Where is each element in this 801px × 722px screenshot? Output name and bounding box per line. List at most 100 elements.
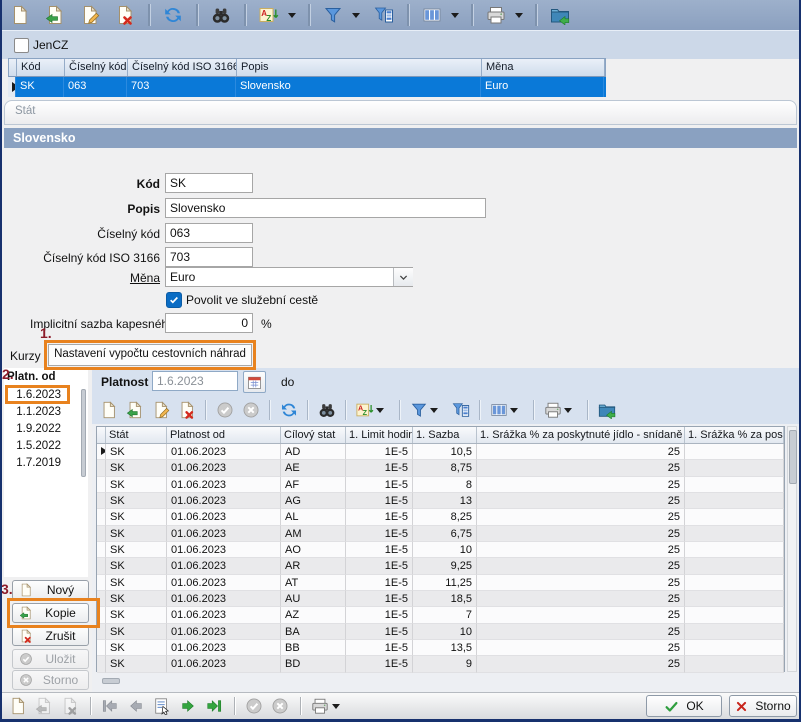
- rates-header-2[interactable]: Platnost od: [167, 427, 281, 443]
- sort-az-button[interactable]: AZ: [255, 2, 282, 28]
- copy-record-button[interactable]: [32, 695, 56, 717]
- columns-button[interactable]: [418, 2, 445, 28]
- copy-record-button[interactable]: [41, 2, 68, 28]
- date-list-header[interactable]: Platn. od: [5, 370, 65, 386]
- iso3166-field[interactable]: [165, 247, 253, 267]
- rates-header-1[interactable]: Stát: [106, 427, 167, 443]
- copy-rate-button[interactable]: [122, 398, 147, 422]
- states-header-5[interactable]: Měna: [482, 59, 605, 76]
- kod-field[interactable]: [165, 173, 253, 193]
- print-button[interactable]: [540, 398, 565, 422]
- edit-record-button[interactable]: [76, 2, 103, 28]
- rates-header-4[interactable]: 1. Limit hodin: [346, 427, 413, 443]
- zruit-button[interactable]: Zrušit: [12, 626, 89, 646]
- refresh-button[interactable]: [159, 2, 186, 28]
- delete-rate-button[interactable]: [174, 398, 199, 422]
- storno-button[interactable]: Storno: [12, 670, 89, 690]
- rates-table-row[interactable]: SK01.06.2023BA1E-51025: [97, 624, 784, 640]
- rates-table-row[interactable]: SK01.06.2023AT1E-511,2525: [97, 575, 784, 591]
- export-button[interactable]: [594, 398, 619, 422]
- confirm-button[interactable]: [242, 695, 266, 717]
- hscrollbar-thumb[interactable]: [102, 678, 120, 684]
- rates-table-vscrollbar[interactable]: [787, 426, 797, 672]
- rates-table-row[interactable]: SK01.06.2023BD1E-5925: [97, 656, 784, 672]
- rates-table-row[interactable]: SK01.06.2023AZ1E-5725: [97, 607, 784, 623]
- ciselny-kod-field[interactable]: [165, 223, 253, 243]
- filter-dropdown[interactable]: [430, 408, 438, 413]
- new-record-button[interactable]: [6, 2, 33, 28]
- states-header-1[interactable]: Kód: [17, 59, 65, 76]
- print-dropdown[interactable]: [515, 13, 523, 18]
- nav-first-button[interactable]: [98, 695, 122, 717]
- print-dropdown[interactable]: [564, 408, 572, 413]
- rates-table-row[interactable]: SK01.06.2023AM1E-56,7525: [97, 526, 784, 542]
- jencz-checkbox[interactable]: [14, 38, 29, 53]
- delete-record-button[interactable]: [58, 695, 82, 717]
- nav-next-button[interactable]: [176, 695, 200, 717]
- record-detail-button[interactable]: [150, 695, 174, 717]
- edit-rate-button[interactable]: [148, 398, 173, 422]
- vscrollbar-thumb[interactable]: [789, 430, 797, 484]
- rates-table-row[interactable]: SK01.06.2023AR1E-59,2525: [97, 558, 784, 574]
- print-button[interactable]: [482, 2, 509, 28]
- filter-by-values-button[interactable]: [448, 398, 473, 422]
- mena-combo[interactable]: [165, 267, 413, 287]
- states-header-4[interactable]: Popis: [237, 59, 482, 76]
- date-list-item-1-7-2019[interactable]: 1.7.2019: [4, 457, 63, 469]
- filter-by-values-button[interactable]: [370, 2, 397, 28]
- new-record-button[interactable]: [6, 695, 30, 717]
- rates-table-row[interactable]: SK01.06.2023BB1E-513,525: [97, 640, 784, 656]
- print-dropdown[interactable]: [332, 704, 340, 709]
- sort-az-dropdown[interactable]: [376, 408, 384, 413]
- rates-table-hscrollbar[interactable]: [96, 676, 785, 686]
- states-grid-selected-row[interactable]: SK063703SlovenskoEuro: [8, 77, 606, 97]
- rates-header-6[interactable]: 1. Srážka % za poskytnuté jídlo - snídan…: [477, 427, 685, 443]
- date-list-item-1-1-2023[interactable]: 1.1.2023: [4, 406, 63, 418]
- rates-table-row[interactable]: SK01.06.2023AL1E-58,2525: [97, 509, 784, 525]
- refresh-button[interactable]: [276, 398, 301, 422]
- sort-az-dropdown[interactable]: [288, 13, 296, 18]
- storno-button[interactable]: Storno: [729, 695, 797, 717]
- nav-last-button[interactable]: [202, 695, 226, 717]
- sort-az-button[interactable]: AZ: [352, 398, 377, 422]
- search-button[interactable]: [314, 398, 339, 422]
- print-button[interactable]: [308, 695, 332, 717]
- rates-table-row[interactable]: SK01.06.2023AE1E-58,7525: [97, 460, 784, 476]
- columns-button[interactable]: [486, 398, 511, 422]
- export-button[interactable]: [546, 2, 573, 28]
- platnost-od-input[interactable]: [152, 371, 238, 391]
- delete-record-button[interactable]: [111, 2, 138, 28]
- rates-table-row[interactable]: SK01.06.2023AG1E-51325: [97, 493, 784, 509]
- popis-field[interactable]: [165, 198, 486, 218]
- filter-dropdown[interactable]: [352, 13, 360, 18]
- nov-button[interactable]: Nový: [12, 580, 89, 600]
- date-list-item-1-5-2022[interactable]: 1.5.2022: [4, 440, 63, 452]
- new-rate-button[interactable]: [96, 398, 121, 422]
- calendar-button[interactable]: [243, 371, 266, 393]
- rates-table-row[interactable]: SK01.06.2023AD1E-510,525: [97, 444, 784, 460]
- rates-header-5[interactable]: 1. Sazba: [413, 427, 477, 443]
- rates-table-row[interactable]: SK01.06.2023AO1E-51025: [97, 542, 784, 558]
- columns-dropdown[interactable]: [510, 408, 518, 413]
- search-button[interactable]: [207, 2, 234, 28]
- filter-button[interactable]: [406, 398, 431, 422]
- filter-button[interactable]: [319, 2, 346, 28]
- date-list-item-1-9-2022[interactable]: 1.9.2022: [4, 423, 63, 435]
- rates-header-7[interactable]: 1. Srážka % za pos: [685, 427, 784, 443]
- rates-header-3[interactable]: Cílový stat: [281, 427, 346, 443]
- pocket-rate-field[interactable]: [165, 313, 253, 333]
- mena-dropdown-button[interactable]: [393, 268, 413, 286]
- states-header-3[interactable]: Číselný kód ISO 3166: [128, 59, 237, 76]
- rates-table-row[interactable]: SK01.06.2023AF1E-5825: [97, 477, 784, 493]
- tab-kurzy[interactable]: Kurzy: [10, 349, 41, 363]
- cancel-button[interactable]: [238, 398, 263, 422]
- ok-button[interactable]: OK: [646, 695, 722, 717]
- states-header-2[interactable]: Číselný kód: [65, 59, 128, 76]
- date-list-scrollbar[interactable]: [81, 389, 86, 477]
- columns-dropdown[interactable]: [451, 13, 459, 18]
- cancel-button[interactable]: [268, 695, 292, 717]
- confirm-button[interactable]: [212, 398, 237, 422]
- rates-table-row[interactable]: SK01.06.2023AU1E-518,525: [97, 591, 784, 607]
- povolit-checkbox[interactable]: [166, 292, 182, 308]
- nav-previous-button[interactable]: [124, 695, 148, 717]
